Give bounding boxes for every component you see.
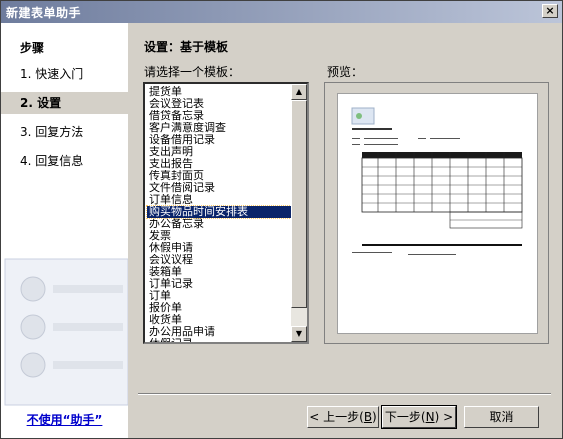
wizard-window: 新建表单助手 × 步骤 1. 快速入门 2. 设置 3. 回复方法 4. 回复信… [0,0,563,439]
preview-label: 预览： [327,65,364,79]
step-settings[interactable]: 2. 设置 [1,92,128,114]
steps-sidebar: 步骤 1. 快速入门 2. 设置 3. 回复方法 4. 回复信息 不使用“助手” [1,23,128,438]
template-list-item[interactable]: 收货单 [147,314,293,326]
scroll-up-button[interactable]: ▲ [291,84,307,100]
back-accelerator: B [363,410,373,424]
template-list-item[interactable]: 购买物品时间安排表 [146,205,294,219]
template-label: 请选择一个模板： [144,65,241,79]
button-separator [138,393,551,395]
next-arrow: > [439,410,454,424]
template-list-item[interactable]: 订单信息 [147,194,293,206]
template-list-item[interactable]: 休假申请 [147,242,293,254]
steps-heading: 步骤 [20,41,45,55]
scroll-thumb[interactable] [291,100,307,308]
template-preview [324,82,549,344]
template-list-item[interactable]: 支出声明 [147,146,293,158]
back-label: < 上一步 [309,410,360,424]
form-thumbnail [351,107,523,255]
template-list-item[interactable]: 设备借用记录 [147,134,293,146]
template-list-item[interactable]: 报价单 [147,302,293,314]
template-list-item[interactable]: 发票 [147,230,293,242]
template-list: 提货单 会议登记表 借贷备忘录 客户满意度调查 设备借用记录 支出声明 支出报告 传真封面页文… [146,86,294,342]
scroll-down-button[interactable]: ▼ [291,326,307,342]
template-list-item[interactable]: 休假记录 [147,338,293,342]
cancel-button[interactable]: 取消 [464,406,539,428]
template-list-item[interactable]: 办公用品申请 [147,326,293,338]
template-list-item[interactable]: 客户满意度调查 [147,122,293,134]
template-listbox[interactable]: 提货单 会议登记表 借贷备忘录 客户满意度调查 设备借用记录 支出声明 支出报告 传真封面页文… [143,82,309,344]
template-list-item[interactable]: 传真封面页 [147,170,293,182]
step-reply-info[interactable]: 4. 回复信息 [1,150,128,172]
template-list-item[interactable]: 会议议程 [147,254,293,266]
template-list-item[interactable]: 文件借阅记录 [147,182,293,194]
window-title: 新建表单助手 [6,6,82,20]
template-list-item[interactable]: 装箱单 [147,266,293,278]
next-label: 下一步 [384,410,421,424]
template-list-item[interactable]: 订单记录 [147,278,293,290]
next-button[interactable]: 下一步(N) > [381,405,457,429]
no-wizard-link[interactable]: 不使用“助手” [1,411,128,428]
template-list-item[interactable]: 提货单 [147,86,293,98]
step-quick-start[interactable]: 1. 快速入门 [1,63,128,85]
preview-page [337,93,538,334]
title-bar: 新建表单助手 × [1,1,562,23]
back-button[interactable]: < 上一步(B) [307,406,379,428]
step-reply-method[interactable]: 3. 回复方法 [1,121,128,143]
template-list-item[interactable]: 支出报告 [147,158,293,170]
list-scrollbar[interactable]: ▲ ▼ [291,84,307,342]
close-button[interactable]: × [542,4,558,18]
template-list-item[interactable]: 办公备忘录 [147,218,293,230]
next-accelerator: N [425,410,435,424]
section-title: 设置：基于模板 [144,40,229,54]
template-list-item[interactable]: 订单 [147,290,293,302]
template-list-item[interactable]: 会议登记表 [147,98,293,110]
checklist-illustration [1,249,128,409]
template-list-item[interactable]: 借贷备忘录 [147,110,293,122]
